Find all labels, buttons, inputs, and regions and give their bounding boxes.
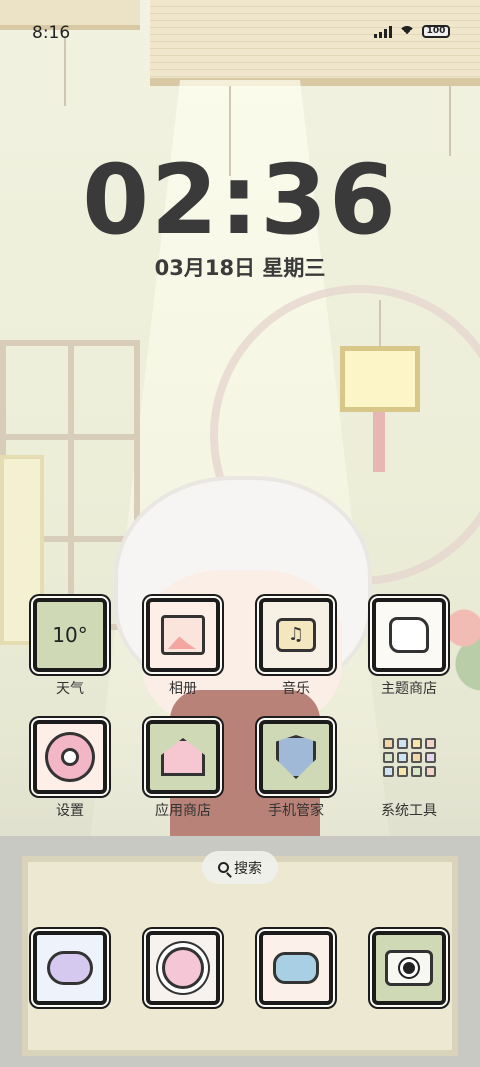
photo-album-icon[interactable]: [146, 598, 220, 672]
clock-date[interactable]: 03月18日 星期三: [0, 252, 480, 282]
status-icons: 100: [374, 25, 450, 42]
system-tools-folder-icon[interactable]: [372, 720, 446, 794]
app-system-tools-folder[interactable]: 系统工具: [359, 720, 459, 820]
dock-app-1[interactable]: [32, 931, 108, 1005]
theme-store-icon[interactable]: [372, 598, 446, 672]
status-bar: 8:16 100: [0, 0, 480, 66]
app-label: 天气: [56, 681, 84, 697]
search-button[interactable]: 搜索: [202, 851, 278, 884]
camera-icon[interactable]: [372, 931, 446, 1005]
music-icon[interactable]: ♫: [259, 598, 333, 672]
app-weather[interactable]: 10° 天气: [20, 598, 120, 698]
app-gallery[interactable]: 相册: [133, 598, 233, 698]
app-label: 系统工具: [381, 803, 437, 819]
app-label: 应用商店: [155, 803, 211, 819]
app-label: 主题商店: [381, 681, 437, 697]
dock-app-3[interactable]: [258, 931, 334, 1005]
search-icon: [218, 862, 229, 873]
dock-app-4[interactable]: [371, 931, 447, 1005]
phone-manager-shield-icon[interactable]: [259, 720, 333, 794]
app-theme-store[interactable]: 主题商店: [359, 598, 459, 698]
status-time: 8:16: [32, 23, 71, 43]
cellular-signal-icon: [374, 25, 392, 38]
weather-widget-icon[interactable]: 10°: [33, 598, 107, 672]
app-label: 相册: [169, 681, 197, 697]
battery-icon: 100: [422, 25, 450, 38]
search-label: 搜索: [234, 860, 262, 877]
app-label: 手机管家: [268, 803, 324, 819]
app-settings[interactable]: 设置: [20, 720, 120, 820]
app-app-store[interactable]: 应用商店: [133, 720, 233, 820]
weather-temperature: 10°: [52, 623, 88, 647]
planet-icon[interactable]: [146, 931, 220, 1005]
app-label: 音乐: [282, 681, 310, 697]
app-phone-manager[interactable]: 手机管家: [246, 720, 346, 820]
clock-time[interactable]: 02:36: [0, 145, 480, 255]
wallpaper-lantern-tassel: [373, 412, 385, 472]
app-store-house-icon[interactable]: [146, 720, 220, 794]
wallpaper-lantern: [340, 346, 420, 412]
app-music[interactable]: ♫ 音乐: [246, 598, 346, 698]
chat-bubbles-icon[interactable]: [259, 931, 333, 1005]
settings-flower-icon[interactable]: [33, 720, 107, 794]
wifi-icon: [399, 25, 415, 42]
cloud-bunny-icon[interactable]: [33, 931, 107, 1005]
dock-app-2[interactable]: [145, 931, 221, 1005]
app-label: 设置: [56, 803, 84, 819]
